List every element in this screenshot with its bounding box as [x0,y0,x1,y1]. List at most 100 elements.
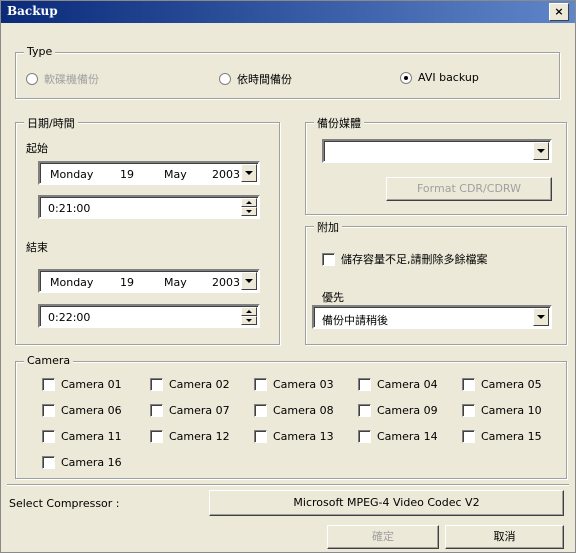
start-date-year: 2003 [212,168,240,181]
type-legend: Type [24,45,56,58]
camera-checkbox-14[interactable]: Camera 14 [358,430,438,443]
checkbox-box [254,404,267,417]
radio-label: 軟碟機備份 [44,73,99,86]
spin-up-button[interactable] [241,307,257,316]
checkbox-box [42,378,55,391]
camera-checkbox-10[interactable]: Camera 10 [462,404,542,417]
divider [7,484,569,486]
compressor-label: Select Compressor : [9,497,120,510]
checkbox-box [462,404,475,417]
end-date-day: 19 [120,276,134,289]
camera-checkbox-02[interactable]: Camera 02 [150,378,230,391]
checkbox-box [254,430,267,443]
backup-media-select[interactable] [322,139,552,163]
arrow-up-icon [246,201,252,204]
camera-label: Camera 04 [377,378,438,391]
radio-floppy-backup[interactable]: 軟碟機備份 [26,71,99,87]
start-date-dropdown-button[interactable] [241,164,257,182]
title-bar[interactable]: Backup × [1,1,575,23]
camera-label: Camera 02 [169,378,230,391]
radio-time-backup[interactable]: 依時間備份 [219,71,292,87]
camera-label: Camera 10 [481,404,542,417]
start-time-spinner[interactable] [241,198,257,216]
backup-media-dropdown-button[interactable] [533,142,549,160]
end-date-dropdown-button[interactable] [241,272,257,290]
checkbox-box [462,430,475,443]
camera-checkbox-06[interactable]: Camera 06 [42,404,122,417]
priority-select[interactable]: 備份中請稍後 [312,305,552,329]
checkbox-box [42,404,55,417]
camera-label: Camera 16 [61,456,122,469]
camera-checkbox-05[interactable]: Camera 05 [462,378,542,391]
camera-checkbox-08[interactable]: Camera 08 [254,404,334,417]
window-title: Backup [7,4,58,18]
camera-checkbox-15[interactable]: Camera 15 [462,430,542,443]
radio-label: AVI backup [418,71,479,84]
priority-label: 優先 [322,291,344,304]
delete-old-checkbox[interactable]: 儲存容量不足,請刪除多餘檔案 [322,251,488,267]
cancel-button[interactable]: 取消 [445,525,564,549]
end-time-spinner[interactable] [241,307,257,325]
checkbox-box [150,404,163,417]
radio-avi-backup[interactable]: AVI backup [400,71,479,84]
camera-label: Camera 05 [481,378,542,391]
camera-legend: Camera [24,354,74,367]
camera-checkbox-07[interactable]: Camera 07 [150,404,230,417]
checkbox-box [42,430,55,443]
start-date-picker[interactable]: Monday 19 May 2003 [38,161,260,185]
camera-checkbox-04[interactable]: Camera 04 [358,378,438,391]
camera-checkbox-01[interactable]: Camera 01 [42,378,122,391]
camera-label: Camera 07 [169,404,230,417]
format-cdr-button[interactable]: Format CDR/CDRW [386,177,552,201]
checkbox-box [322,252,335,266]
camera-checkbox-16[interactable]: Camera 16 [42,456,122,469]
camera-label: Camera 13 [273,430,334,443]
checkbox-label: 儲存容量不足,請刪除多餘檔案 [341,253,488,266]
start-date-day: 19 [120,168,134,181]
close-button[interactable]: × [549,3,569,21]
camera-label: Camera 09 [377,404,438,417]
priority-value: 備份中請稍後 [322,314,388,327]
checkbox-box [358,404,371,417]
camera-label: Camera 03 [273,378,334,391]
radio-dot [26,73,38,85]
arrow-down-icon [246,210,252,213]
end-label: 結束 [26,241,48,254]
compressor-button[interactable]: Microsoft MPEG-4 Video Codec V2 [209,490,564,516]
radio-dot [219,73,231,85]
camera-checkbox-12[interactable]: Camera 12 [150,430,230,443]
type-group: Type 軟碟機備份 依時間備份 AVI backup [15,45,560,99]
spin-down-button[interactable] [241,316,257,325]
extra-legend: 附加 [314,219,342,235]
checkbox-box [150,378,163,391]
checkbox-box [462,378,475,391]
priority-dropdown-button[interactable] [533,308,549,326]
backup-media-legend: 備份媒體 [314,115,364,131]
camera-checkbox-03[interactable]: Camera 03 [254,378,334,391]
chevron-down-icon [245,279,253,283]
camera-checkbox-09[interactable]: Camera 09 [358,404,438,417]
spin-down-button[interactable] [241,207,257,216]
checkbox-box [150,430,163,443]
spin-up-button[interactable] [241,198,257,207]
camera-label: Camera 12 [169,430,230,443]
camera-label: Camera 06 [61,404,122,417]
camera-label: Camera 15 [481,430,542,443]
datetime-legend: 日期/時間 [24,115,78,131]
camera-checkbox-13[interactable]: Camera 13 [254,430,334,443]
chevron-down-icon [537,149,545,153]
end-date-picker[interactable]: Monday 19 May 2003 [38,269,260,293]
datetime-group: 日期/時間 起始 Monday 19 May 2003 0:21:00 結束 M… [15,115,280,345]
start-date-month: May [164,168,187,181]
end-time-field[interactable]: 0:22:00 [38,304,260,328]
ok-button[interactable]: 確定 [327,525,439,549]
start-time-field[interactable]: 0:21:00 [38,195,260,219]
camera-group: Camera Camera 01 Camera 02 Camera 03 Cam… [15,354,567,479]
end-date-month: May [164,276,187,289]
camera-checkbox-11[interactable]: Camera 11 [42,430,122,443]
end-date-year: 2003 [212,276,240,289]
arrow-down-icon [246,319,252,322]
camera-label: Camera 01 [61,378,122,391]
chevron-down-icon [245,171,253,175]
chevron-down-icon [537,315,545,319]
